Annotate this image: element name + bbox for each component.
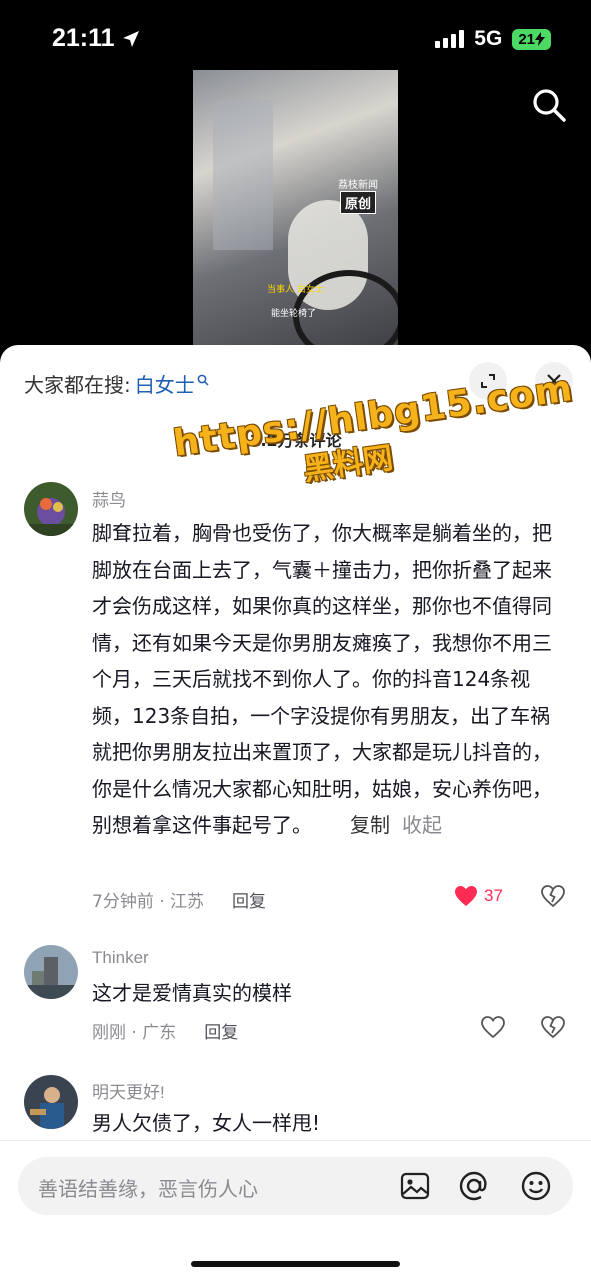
news-watermark: 荔枝新闻	[338, 180, 378, 191]
reply-button[interactable]: 回复	[232, 887, 266, 912]
cellular-signal-icon	[435, 30, 465, 48]
home-indicator	[191, 1261, 400, 1267]
battery-indicator: 21	[512, 28, 551, 50]
video-caption-subtitle: 能坐轮椅了	[271, 309, 317, 319]
comment-body: 脚耷拉着，胸骨也受伤了，你大概率是躺着坐的，把脚放在台面上去了，气囊＋撞击力，把…	[92, 521, 552, 837]
avatar[interactable]	[24, 945, 78, 999]
copy-button[interactable]: 复制	[350, 813, 390, 837]
like-button[interactable]: 37	[454, 885, 503, 907]
comment-author[interactable]: Thinker	[92, 948, 149, 968]
comment-author[interactable]: 明天更好!	[92, 1078, 165, 1103]
collapse-button[interactable]: 收起	[402, 813, 442, 837]
comment-body: 男人欠债了，女人一样甩!	[92, 1111, 321, 1135]
comment-text: 脚耷拉着，胸骨也受伤了，你大概率是躺着坐的，把脚放在台面上去了，气囊＋撞击力，把…	[92, 515, 562, 844]
heart-icon	[481, 1016, 505, 1039]
status-bar: 21:11 5G 21	[0, 0, 591, 72]
comment-input-bar: 善语结善缘，恶言伤人心	[0, 1140, 591, 1281]
comment-time-location: 刚刚 · 广东	[92, 1023, 177, 1043]
avatar[interactable]	[24, 1075, 78, 1129]
trending-search[interactable]: 大家都在搜: 白女士	[24, 369, 209, 398]
reply-button[interactable]: 回复	[204, 1018, 238, 1043]
comment-author[interactable]: 蒜鸟	[92, 486, 126, 511]
trending-keyword[interactable]: 白女士	[135, 369, 195, 398]
emoji-icon[interactable]	[520, 1170, 552, 1202]
comment-input-placeholder: 善语结善缘，恶言伤人心	[38, 1177, 258, 1201]
like-count: 37	[484, 886, 503, 905]
video-preview[interactable]: 荔枝新闻 原创 当事人 白女士 能坐轮椅了	[193, 70, 398, 350]
location-arrow-icon	[122, 30, 139, 47]
dislike-button[interactable]	[540, 1015, 568, 1043]
time-text: 21:11	[52, 24, 115, 52]
comment-meta: 7分钟前 · 江苏 回复	[92, 887, 266, 912]
search-icon	[197, 374, 209, 386]
battery-level: 21	[518, 30, 535, 48]
image-icon[interactable]	[400, 1172, 430, 1200]
comment-body: 这才是爱情真实的模样	[92, 981, 292, 1005]
trending-prefix: 大家都在搜:	[24, 373, 131, 397]
comment-input[interactable]: 善语结善缘，恶言伤人心	[18, 1157, 573, 1215]
dislike-button[interactable]	[540, 884, 568, 912]
avatar[interactable]	[24, 482, 78, 536]
broken-heart-icon	[541, 1016, 565, 1039]
charging-icon	[535, 32, 545, 46]
at-icon[interactable]	[458, 1170, 490, 1202]
clock: 21:11	[52, 24, 141, 53]
search-icon	[533, 89, 566, 122]
comment-meta: 刚刚 · 广东 回复	[92, 1018, 238, 1043]
like-button[interactable]	[480, 1015, 508, 1043]
comment-time-location: 7分钟前 · 江苏	[92, 892, 205, 912]
heart-icon	[455, 886, 477, 906]
network-type: 5G	[474, 27, 503, 50]
broken-heart-icon	[541, 885, 565, 908]
search-button[interactable]	[530, 86, 568, 124]
original-badge: 原创	[340, 191, 377, 214]
video-caption-name: 当事人 白女士	[267, 285, 324, 295]
